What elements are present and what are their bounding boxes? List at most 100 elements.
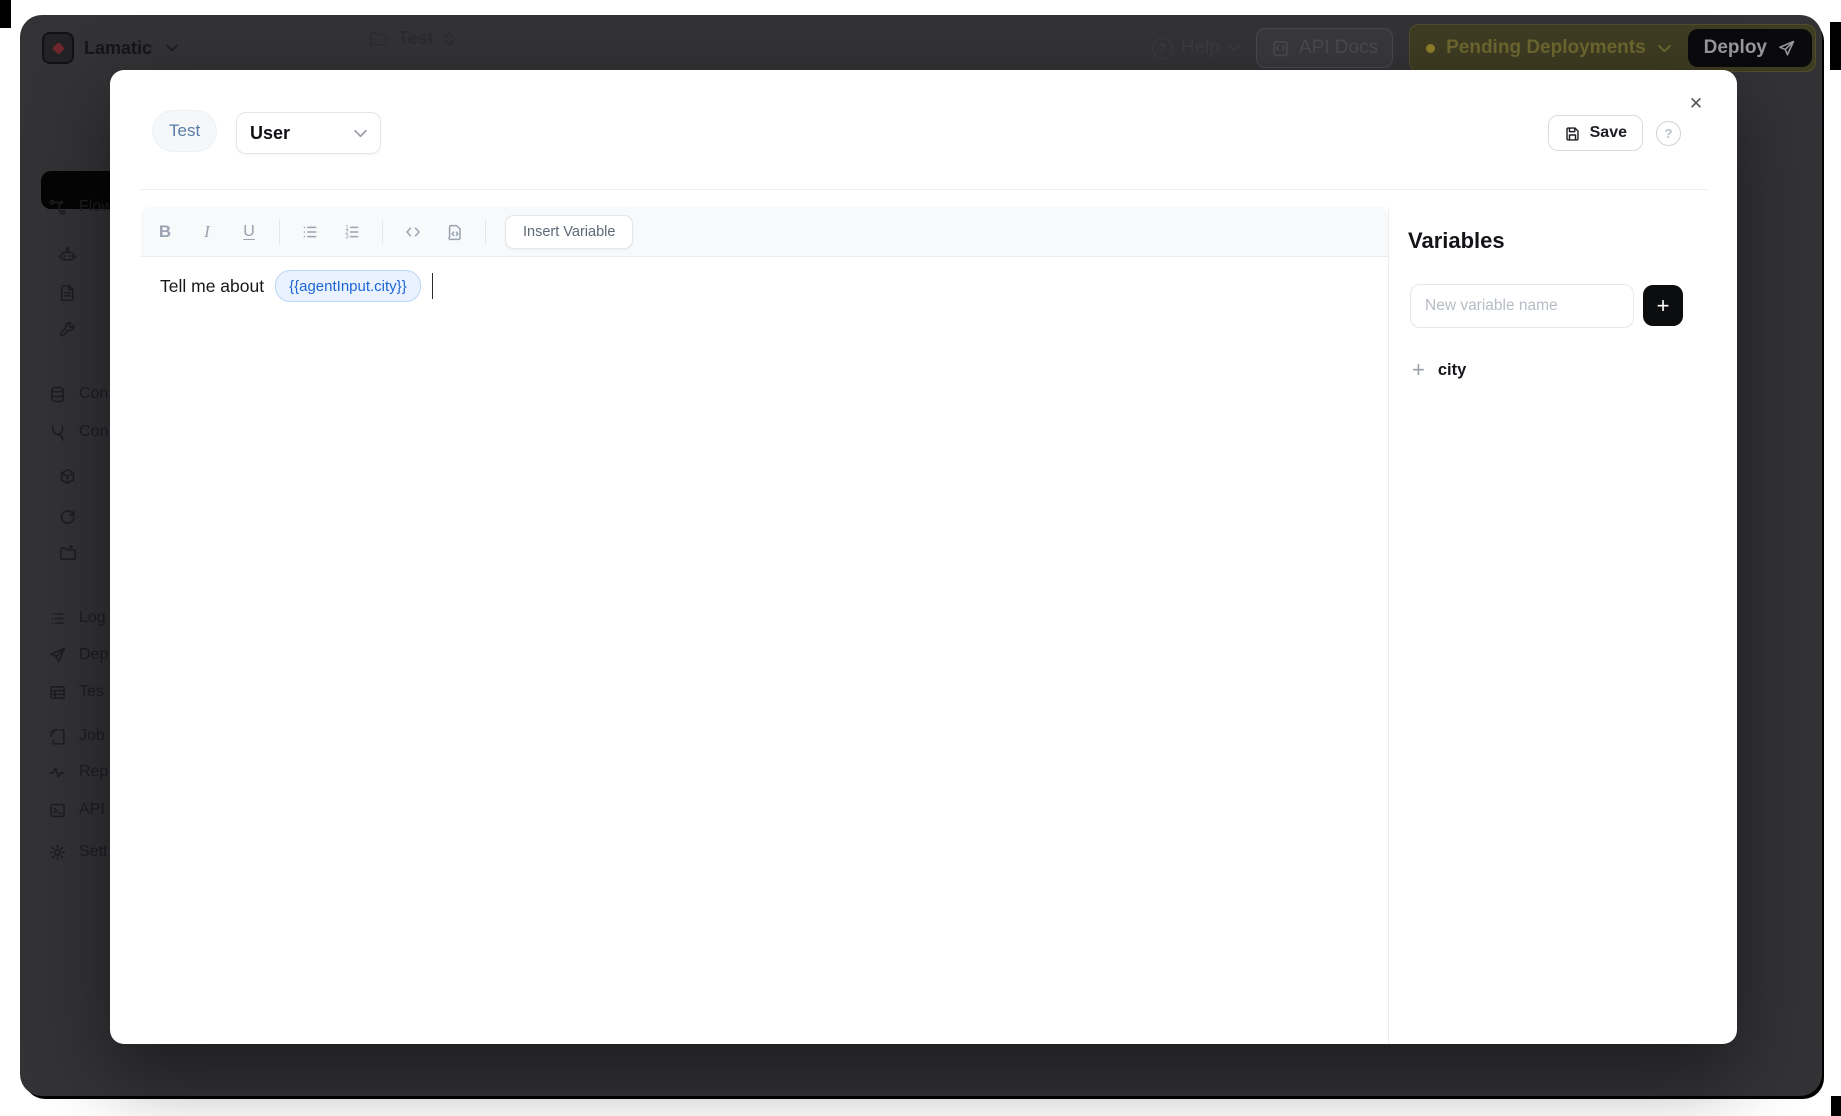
folder-icon xyxy=(368,29,389,49)
header-divider xyxy=(140,189,1708,190)
role-dropdown-value: User xyxy=(250,123,290,144)
variable-chip[interactable]: {{agentInput.city}} xyxy=(275,270,421,302)
sidebar-item-label: API xyxy=(79,801,105,819)
sidebar-item-settings[interactable]: Sett xyxy=(48,834,107,870)
chevron-down-icon[interactable] xyxy=(166,44,178,52)
toolbar-divider xyxy=(279,220,280,244)
variable-list-item[interactable]: + city xyxy=(1412,359,1466,381)
screen: Lamatic Test ? Help xyxy=(0,0,1841,1116)
deploy-button[interactable]: Deploy xyxy=(1688,29,1812,67)
chevron-down-icon xyxy=(354,129,367,138)
folder-export-icon xyxy=(58,544,77,563)
document-icon xyxy=(58,283,77,302)
code-icon xyxy=(404,223,422,241)
text-caret xyxy=(432,273,434,299)
bold-button[interactable]: B xyxy=(144,207,186,257)
sort-chevrons-icon xyxy=(443,31,455,47)
panel-divider xyxy=(1388,207,1389,1044)
chevron-down-icon xyxy=(1228,44,1240,52)
sidebar-item-deployments[interactable]: Dep xyxy=(48,637,108,673)
screen-edge-artifact xyxy=(1831,1096,1841,1116)
sidebar-item-jobs[interactable]: Job xyxy=(48,718,105,754)
status-dot-icon xyxy=(1426,44,1435,53)
prompt-editor-modal: ✕ Test User Save ? B I U 123 xyxy=(110,70,1737,1044)
help-label: Help xyxy=(1181,37,1220,59)
save-button[interactable]: Save xyxy=(1548,115,1643,151)
add-variable-button[interactable]: + xyxy=(1643,285,1683,326)
screen-edge-artifact xyxy=(1830,22,1841,70)
sidebar-item-flows[interactable]: Flow xyxy=(48,189,113,225)
bullet-list-button[interactable] xyxy=(289,207,331,257)
code-block-button[interactable] xyxy=(434,207,476,257)
jobs-icon xyxy=(48,727,67,746)
pending-deployments-label: Pending Deployments xyxy=(1446,37,1646,59)
variables-title: Variables xyxy=(1408,228,1505,254)
sidebar-item-label: Flow xyxy=(79,198,113,216)
ordered-list-button[interactable]: 123 xyxy=(331,207,373,257)
sidebar-item-files[interactable] xyxy=(48,535,89,571)
help-icon[interactable]: ? xyxy=(1656,121,1681,146)
api-docs-button[interactable]: API Docs xyxy=(1256,28,1393,68)
terminal-icon xyxy=(48,801,67,820)
docs-icon xyxy=(1271,39,1290,58)
agent-icon xyxy=(58,245,77,264)
insert-variable-button[interactable]: Insert Variable xyxy=(505,215,633,249)
topbar: Lamatic Test ? Help xyxy=(42,23,1816,73)
sidebar-item-label: Dep xyxy=(79,646,108,664)
save-icon xyxy=(1564,125,1581,142)
project-name: Test xyxy=(398,28,434,49)
sidebar-item-label: Tes xyxy=(79,683,104,701)
editor-content[interactable]: Tell me about {{agentInput.city}} xyxy=(141,258,1388,1034)
underline-button[interactable]: U xyxy=(228,207,270,257)
sidebar-item-api[interactable]: API xyxy=(48,792,105,828)
sidebar-item-prompts[interactable] xyxy=(48,274,89,310)
logs-icon xyxy=(48,609,67,628)
screen-edge-artifact xyxy=(0,0,11,28)
deploy-label: Deploy xyxy=(1704,37,1767,59)
sidebar-item-integrations[interactable] xyxy=(48,498,89,534)
lamatic-logo-icon xyxy=(42,32,74,64)
flows-icon xyxy=(48,198,67,217)
sidebar-item-logs[interactable]: Log xyxy=(48,600,106,636)
plus-icon: + xyxy=(1412,359,1425,381)
sidebar-item-label: Sett xyxy=(79,843,107,861)
code-button[interactable] xyxy=(392,207,434,257)
sidebar-item-tests[interactable]: Tes xyxy=(48,674,104,710)
sidebar-item-reports[interactable]: Rep xyxy=(48,754,108,790)
test-badge[interactable]: Test xyxy=(152,110,217,152)
pending-deployments[interactable]: Pending Deployments Deploy xyxy=(1409,24,1816,72)
file-code-icon xyxy=(446,223,464,241)
sidebar-item-context[interactable]: Con xyxy=(48,376,108,412)
sidebar-item-label: Con xyxy=(79,423,108,441)
role-dropdown[interactable]: User xyxy=(236,112,381,154)
new-variable-input[interactable] xyxy=(1410,284,1634,328)
sidebar-item-models[interactable] xyxy=(48,458,89,494)
project-switcher[interactable]: Test xyxy=(368,28,455,49)
help-circle-icon: ? xyxy=(1152,38,1173,59)
save-label: Save xyxy=(1590,124,1627,142)
connections-icon xyxy=(48,423,67,442)
ordered-list-icon: 123 xyxy=(343,223,361,241)
bullet-list-icon xyxy=(301,223,319,241)
toolbar-divider xyxy=(485,220,486,244)
sidebar-item-agents[interactable] xyxy=(48,236,89,272)
toolbar-divider xyxy=(382,220,383,244)
table-icon xyxy=(48,683,67,702)
editor-text: Tell me about xyxy=(160,276,264,297)
italic-button[interactable]: I xyxy=(186,207,228,257)
box-icon xyxy=(58,467,77,486)
activity-icon xyxy=(48,763,67,782)
sidebar-item-tools[interactable] xyxy=(48,311,89,347)
sidebar-item-connections[interactable]: Con xyxy=(48,414,108,450)
brand-name: Lamatic xyxy=(84,38,152,59)
sidebar-item-label: Log xyxy=(79,609,106,627)
close-icon[interactable]: ✕ xyxy=(1684,92,1708,116)
plus-icon: + xyxy=(1657,293,1670,319)
chevron-down-icon[interactable] xyxy=(1658,44,1671,53)
wrench-icon xyxy=(58,320,77,339)
help-menu[interactable]: ? Help xyxy=(1152,37,1240,59)
sidebar-item-label: Rep xyxy=(79,763,108,781)
sync-icon xyxy=(58,507,77,526)
sidebar-item-label: Job xyxy=(79,727,105,745)
sidebar-item-label: Con xyxy=(79,385,108,403)
